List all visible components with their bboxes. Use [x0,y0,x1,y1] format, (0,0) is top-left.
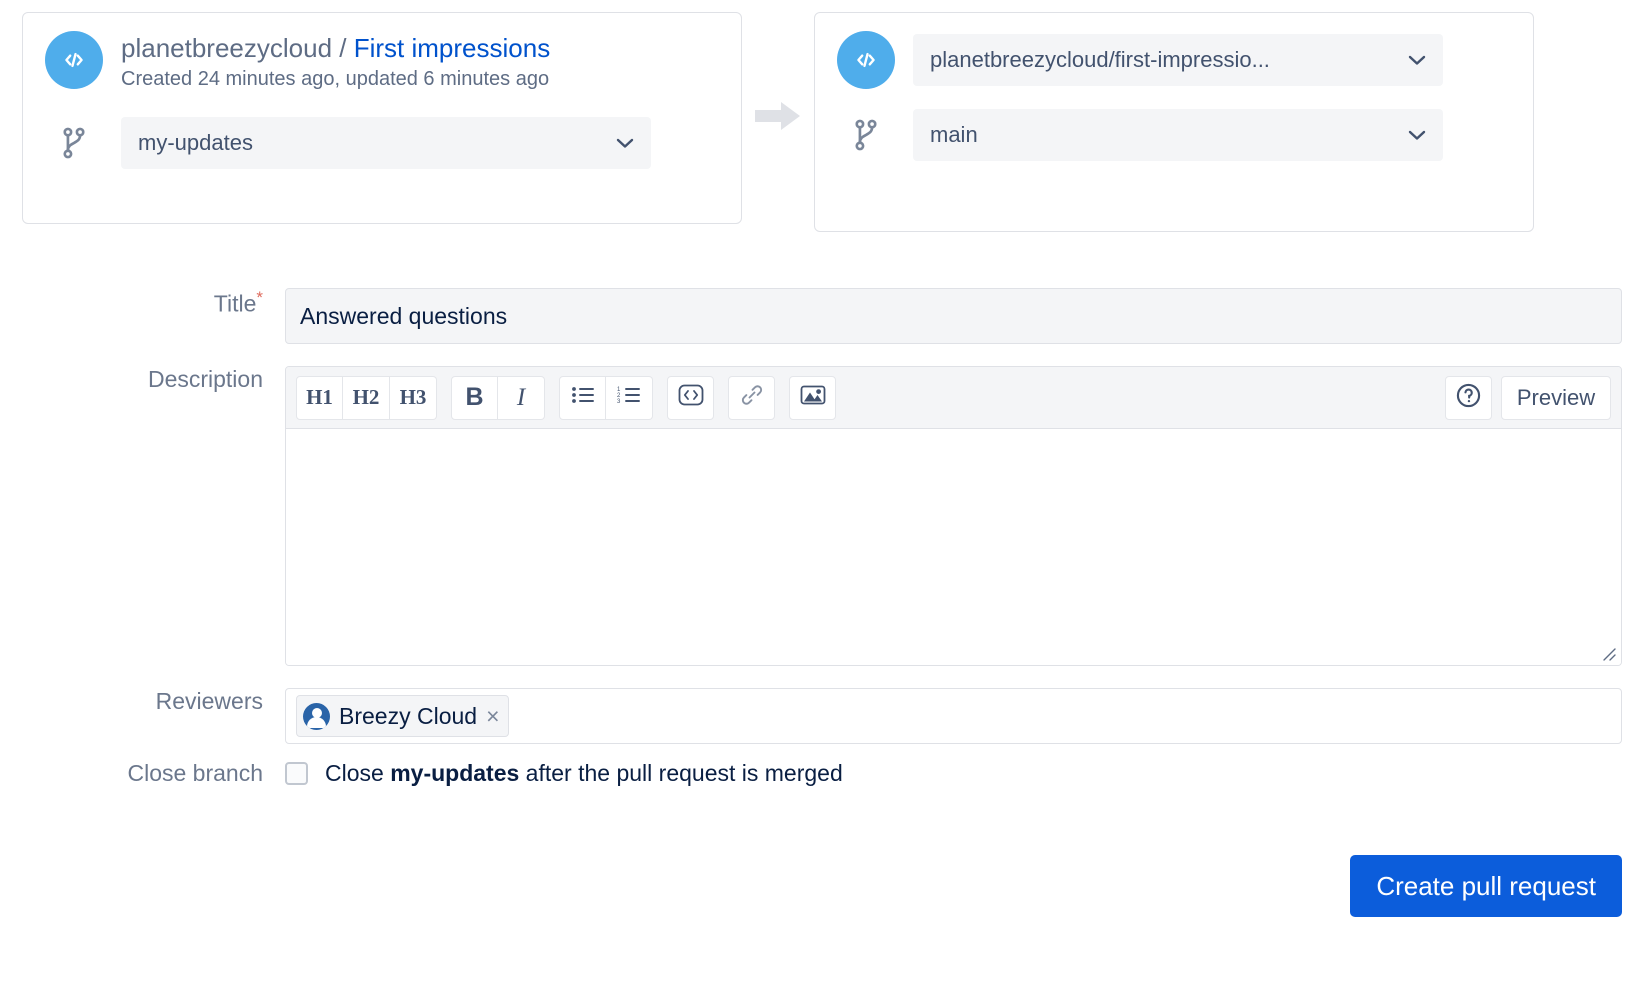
reviewers-row: Reviewers Breezy Cloud × [0,688,1644,744]
title-label: Title* [0,288,285,318]
close-branch-name: my-updates [390,760,519,786]
heading-2-button[interactable]: H2 [343,376,390,420]
reviewer-name: Breezy Cloud [339,703,477,730]
link-icon [740,383,764,412]
heading-3-button[interactable]: H3 [390,376,437,420]
destination-branch-value: main [930,122,1396,148]
close-branch-checkbox-row: Close my-updates after the pull request … [285,760,1622,787]
source-repo-owner: planetbreezycloud [121,33,332,63]
destination-repository-select[interactable]: planetbreezycloud/first-impressio... [913,34,1443,86]
title-label-text: Title [214,291,257,317]
heading-1-label: H1 [306,385,333,410]
reviewers-input[interactable]: Breezy Cloud × [285,688,1622,744]
destination-repository-value: planetbreezycloud/first-impressio... [930,47,1396,73]
branch-selection-row: planetbreezycloud / First impressions Cr… [0,0,1644,232]
image-icon [800,384,826,411]
arrow-right-icon [755,99,801,138]
heading-2-label: H2 [353,385,380,410]
chevron-down-icon [1408,54,1426,66]
description-label: Description [0,366,285,394]
heading-1-button[interactable]: H1 [296,376,343,420]
avatar [303,703,330,730]
bulleted-list-icon [571,385,595,410]
code-button-group [667,376,714,420]
heading-3-label: H3 [400,385,427,410]
source-repo-meta: planetbreezycloud / First impressions Cr… [121,31,550,91]
source-repo-timestamps: Created 24 minutes ago, updated 6 minute… [121,68,550,91]
code-brackets-icon [45,31,103,89]
description-control: H1 H2 H3 B I [285,366,1644,666]
heading-button-group: H1 H2 H3 [296,376,437,420]
title-control [285,288,1644,344]
image-button-group [789,376,836,420]
source-repo-separator: / [332,33,354,63]
remove-reviewer-icon[interactable]: × [486,705,499,728]
source-repo-link[interactable]: First impressions [354,33,550,63]
close-branch-control: Close my-updates after the pull request … [285,760,1644,787]
close-branch-text: Close my-updates after the pull request … [325,760,843,787]
branch-icon [45,126,103,160]
numbered-list-button[interactable]: 1 2 3 [606,376,653,420]
destination-branch-row: main [837,109,1511,161]
reviewer-chip[interactable]: Breezy Cloud × [296,695,509,737]
preview-button[interactable]: Preview [1501,376,1611,420]
help-button[interactable] [1445,376,1492,420]
code-block-icon [678,384,704,411]
form-actions: Create pull request [1350,855,1622,917]
chevron-down-icon [616,137,634,149]
code-block-button[interactable] [667,376,714,420]
resize-handle-icon[interactable] [1599,644,1617,662]
reviewers-control: Breezy Cloud × [285,688,1644,744]
source-branch-select[interactable]: my-updates [121,117,651,169]
source-repository-card: planetbreezycloud / First impressions Cr… [22,12,742,224]
close-branch-prefix: Close [325,760,390,786]
pull-request-form: Title* Description H1 H2 H3 [0,288,1644,788]
destination-repository-card: planetbreezycloud/first-impressio... [814,12,1534,232]
source-repo-header: planetbreezycloud / First impressions Cr… [45,31,719,91]
image-button[interactable] [789,376,836,420]
reviewers-label: Reviewers [0,688,285,716]
source-branch-value: my-updates [138,130,604,156]
svg-text:3: 3 [617,399,621,405]
close-branch-checkbox[interactable] [285,762,308,785]
destination-repo-row: planetbreezycloud/first-impressio... [837,31,1511,89]
numbered-list-icon: 1 2 3 [617,385,641,410]
bold-label: B [465,383,483,412]
italic-button[interactable]: I [498,376,545,420]
title-input[interactable] [285,288,1622,344]
link-button-group [728,376,775,420]
bulleted-list-button[interactable] [559,376,606,420]
direction-arrow [742,12,814,224]
link-button[interactable] [728,376,775,420]
chevron-down-icon [1408,129,1426,141]
close-branch-suffix: after the pull request is merged [519,760,842,786]
bold-button[interactable]: B [451,376,498,420]
description-editor: H1 H2 H3 B I [285,366,1622,666]
help-circle-icon [1455,382,1482,414]
destination-branch-select[interactable]: main [913,109,1443,161]
editor-toolbar: H1 H2 H3 B I [286,367,1621,429]
close-branch-label: Close branch [0,760,285,788]
create-pull-request-page: planetbreezycloud / First impressions Cr… [0,0,1644,984]
create-pull-request-button[interactable]: Create pull request [1350,855,1622,917]
source-branch-row: my-updates [45,117,719,169]
branch-icon [837,118,895,152]
description-row: Description H1 H2 H3 B I [0,366,1644,666]
close-branch-row: Close branch Close my-updates after the … [0,760,1644,788]
description-textarea[interactable] [286,429,1621,665]
title-row: Title* [0,288,1644,344]
required-indicator: * [256,288,263,307]
list-button-group: 1 2 3 [559,376,653,420]
code-brackets-icon [837,31,895,89]
italic-label: I [517,384,525,412]
source-repo-title: planetbreezycloud / First impressions [121,33,550,64]
text-style-button-group: B I [451,376,545,420]
